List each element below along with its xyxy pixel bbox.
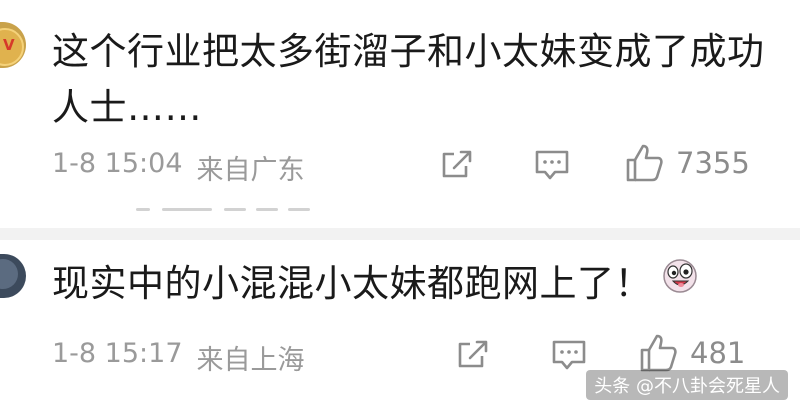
avatar[interactable] (0, 254, 26, 298)
funny-face-emoji-icon (662, 254, 698, 310)
comment-location: 来自广东 (196, 155, 305, 186)
like-icon (626, 144, 663, 182)
like-button[interactable]: 7355 (624, 142, 750, 184)
comment-divider (0, 228, 800, 240)
like-button[interactable]: 481 (638, 332, 745, 374)
like-count: 7355 (676, 146, 750, 180)
comment-location: 来自上海 (196, 345, 305, 376)
badge-icon: V (3, 36, 15, 54)
share-button[interactable] (456, 336, 492, 372)
comment-text: 现实中的小混混小太妹都跑网上了！ (52, 256, 782, 314)
reply-button[interactable] (533, 146, 571, 184)
share-button[interactable] (440, 146, 476, 182)
like-count: 481 (690, 336, 746, 370)
comment-date: 1-8 15:17 (52, 338, 183, 369)
reply-button[interactable] (550, 336, 588, 374)
reply-icon (535, 150, 569, 180)
share-icon (442, 150, 472, 178)
comment-text-content: 现实中的小混混小太妹都跑网上了！ (52, 262, 652, 305)
replies-link-remnant (132, 200, 332, 228)
share-icon (458, 340, 488, 368)
like-icon (640, 334, 677, 372)
comment-item: V 这个行业把太多街溜子和小太妹变成了成功人士…… 1-8 15:04 来自广东… (0, 0, 800, 228)
comment-date: 1-8 15:04 (52, 148, 183, 179)
comment-text: 这个行业把太多街溜子和小太妹变成了成功人士…… (52, 30, 765, 129)
avatar[interactable]: V (0, 22, 26, 68)
comment-meta: 1-8 15:17 来自上海 (52, 338, 305, 377)
comment-meta: 1-8 15:04 来自广东 (52, 148, 305, 187)
watermark: 头条 @不八卦会死星人 (586, 370, 788, 400)
reply-icon (552, 340, 586, 370)
